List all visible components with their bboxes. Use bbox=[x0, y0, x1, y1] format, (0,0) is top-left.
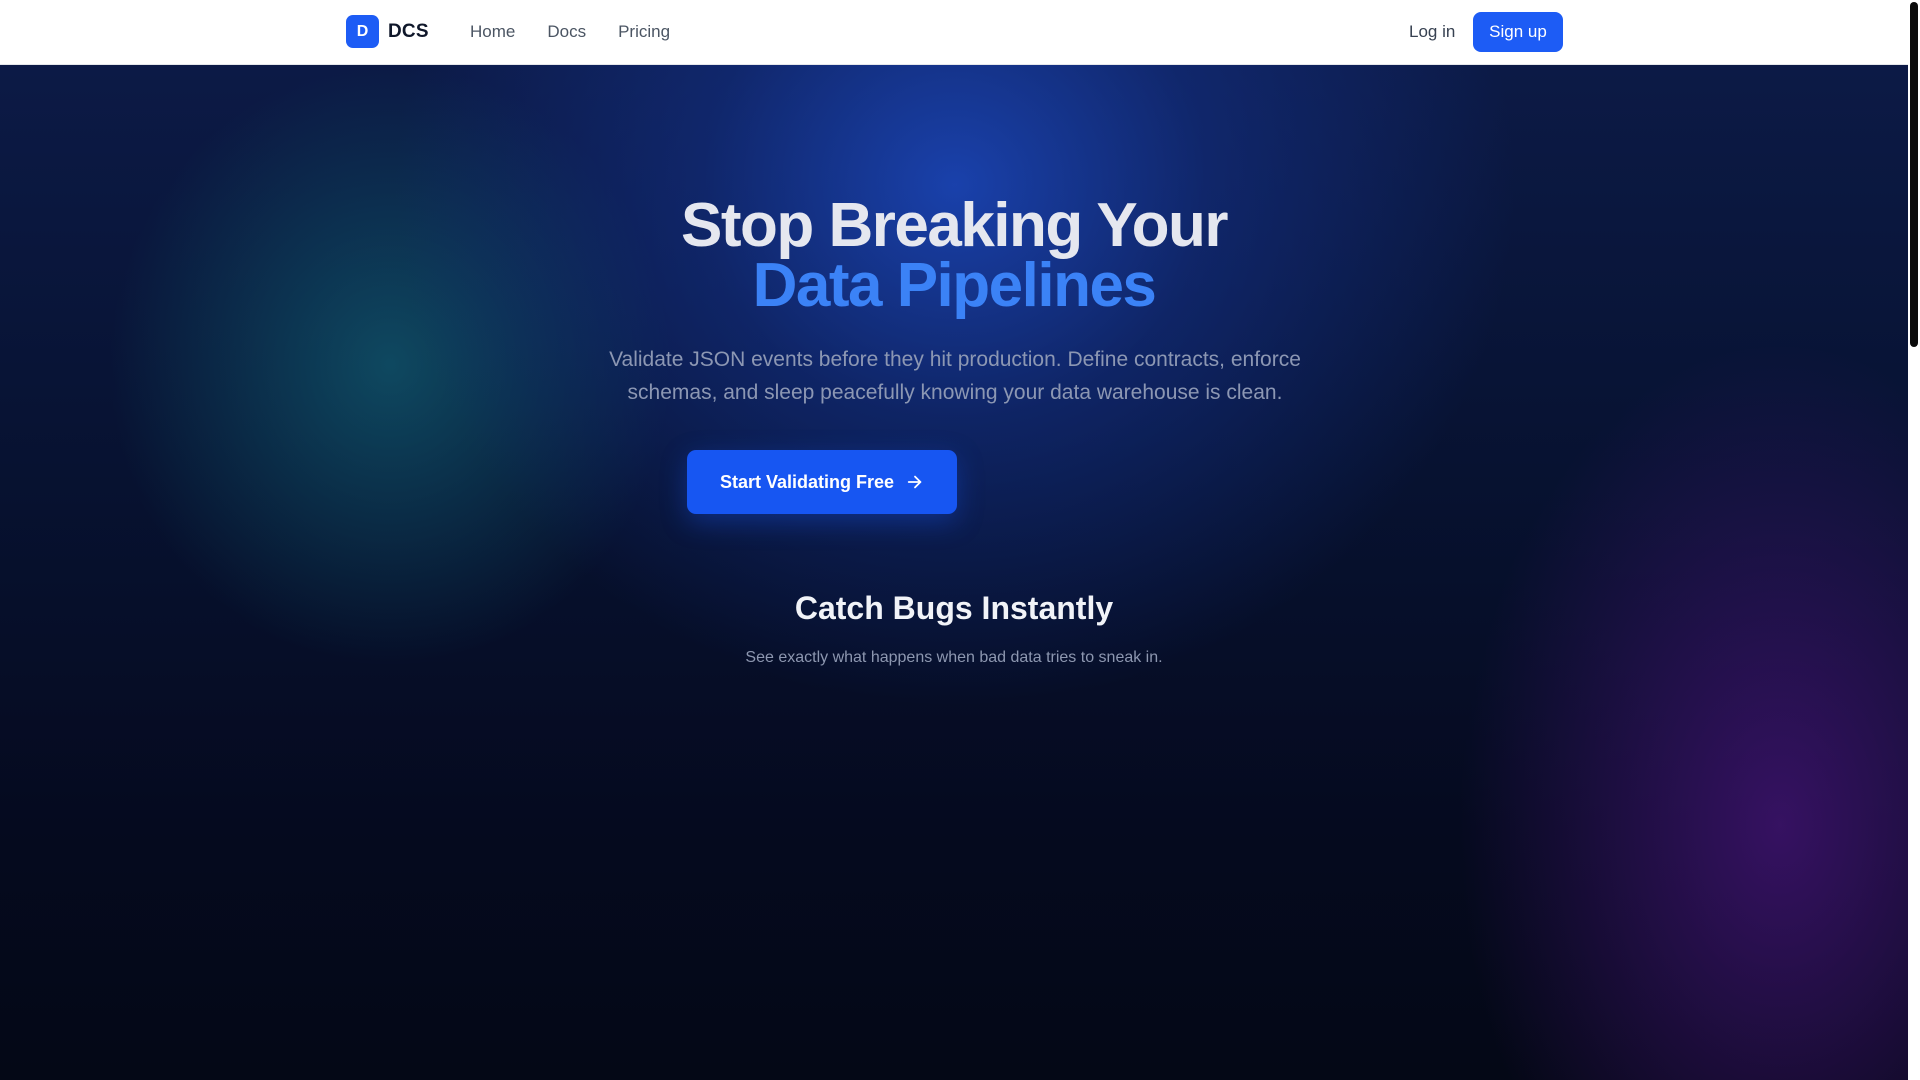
login-link[interactable]: Log in bbox=[1409, 20, 1455, 44]
cta-label: Start Validating Free bbox=[719, 471, 895, 492]
arrow-right-icon bbox=[907, 475, 922, 489]
top-navbar: D DCS Home Docs Pricing Log in Sign up bbox=[0, 0, 1908, 65]
brand-name: DCS bbox=[388, 20, 429, 42]
section-subtitle: See exactly what happens when bad data t… bbox=[745, 649, 1163, 666]
hero-headline-line2: Data Pipelines bbox=[752, 251, 1157, 320]
logo-badge: D bbox=[346, 15, 379, 48]
start-validating-button[interactable]: Start Validating Free bbox=[687, 450, 957, 514]
main-nav: Home Docs Pricing bbox=[470, 20, 702, 44]
page-scrollbar[interactable] bbox=[1908, 0, 1920, 1080]
page-viewport: D DCS Home Docs Pricing Log in Sign up S… bbox=[0, 0, 1908, 1080]
signup-button[interactable]: Sign up bbox=[1473, 12, 1563, 52]
brand-logo[interactable]: D DCS bbox=[346, 15, 429, 48]
scrollbar-thumb[interactable] bbox=[1910, 2, 1918, 347]
nav-home-link[interactable]: Home bbox=[470, 20, 515, 44]
nav-docs-link[interactable]: Docs bbox=[547, 20, 586, 44]
nav-pricing-link[interactable]: Pricing bbox=[618, 20, 670, 44]
hero-subtitle: Validate JSON events before they hit pro… bbox=[609, 348, 1301, 404]
section-title: Catch Bugs Instantly bbox=[794, 590, 1114, 626]
